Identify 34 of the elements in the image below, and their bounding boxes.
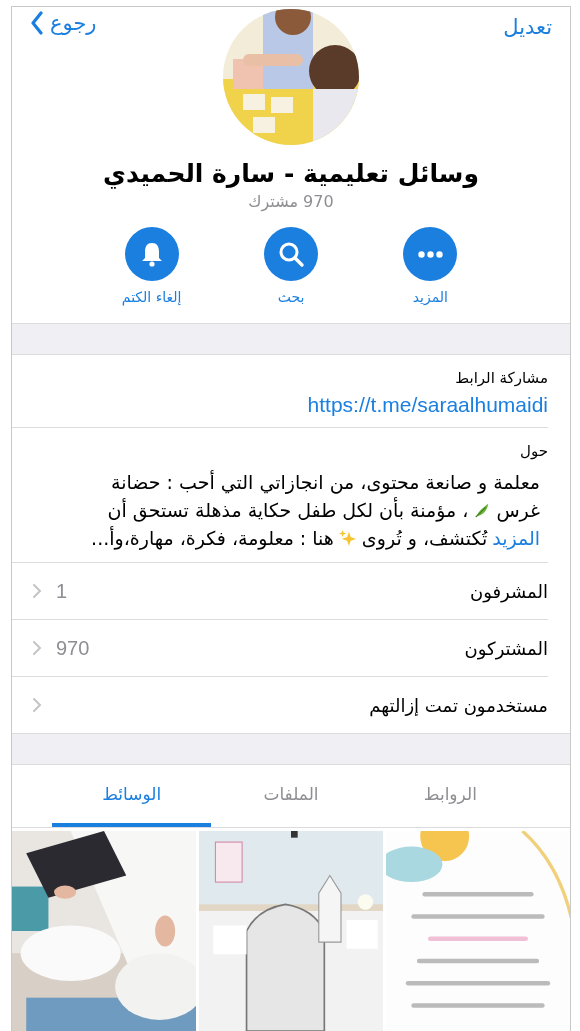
about-label: حول bbox=[519, 442, 548, 460]
sparkle-icon bbox=[338, 529, 357, 547]
bio-text: ، مؤمنة بأن لكل طفل حكاية مذهلة تستحق أن bbox=[107, 496, 469, 524]
bio-text: هنا : معلومة، فكرة، مهارة،وأ... bbox=[91, 525, 334, 552]
unmute-button[interactable] bbox=[124, 227, 179, 281]
tab[interactable]: الوسائط bbox=[52, 765, 212, 827]
tab[interactable]: الملفات bbox=[211, 765, 371, 827]
tab[interactable]: الروابط bbox=[370, 765, 530, 827]
edit-link[interactable]: تعديل bbox=[359, 7, 552, 39]
more-link[interactable]: المزيد bbox=[492, 524, 540, 552]
row-value: 1 bbox=[56, 579, 68, 603]
list-row[interactable]: مستخدمون تمت إزالتهم bbox=[12, 677, 548, 733]
row-label: المشتركون bbox=[464, 637, 548, 659]
subscriber-count: 970 مشترك bbox=[247, 192, 335, 211]
channel-title: وسائل تعليمية - سارة الحميدي bbox=[102, 159, 480, 188]
chevron-icon bbox=[32, 583, 42, 599]
action-label: إلغاء الكتم bbox=[121, 289, 182, 305]
bio-text: غرس bbox=[496, 498, 540, 524]
back-button[interactable]: رجوع bbox=[30, 7, 97, 35]
search-button[interactable] bbox=[264, 227, 318, 281]
bio-text: معلمة و صانعة محتوى، من انجازاتي التي أحب : حضانة bbox=[111, 469, 540, 496]
share-link-label: مشاركة الرابط bbox=[454, 369, 548, 387]
chevron-icon bbox=[32, 640, 42, 656]
bio-text: تُكتشف، و تُروى bbox=[361, 526, 488, 552]
back-chevron-icon bbox=[30, 11, 44, 35]
more-icon bbox=[417, 250, 443, 258]
row-label: المشرفون bbox=[470, 580, 548, 602]
row-value: 970 bbox=[56, 636, 90, 660]
more-button[interactable] bbox=[403, 227, 458, 281]
channel-link[interactable]: https://t.me/saraalhumaidi bbox=[22, 393, 548, 417]
row-label: مستخدمون تمت إزالتهم bbox=[369, 694, 548, 716]
action-label: بحث bbox=[277, 289, 305, 305]
action-label: المزيد bbox=[412, 289, 448, 305]
chevron-icon bbox=[32, 697, 42, 713]
